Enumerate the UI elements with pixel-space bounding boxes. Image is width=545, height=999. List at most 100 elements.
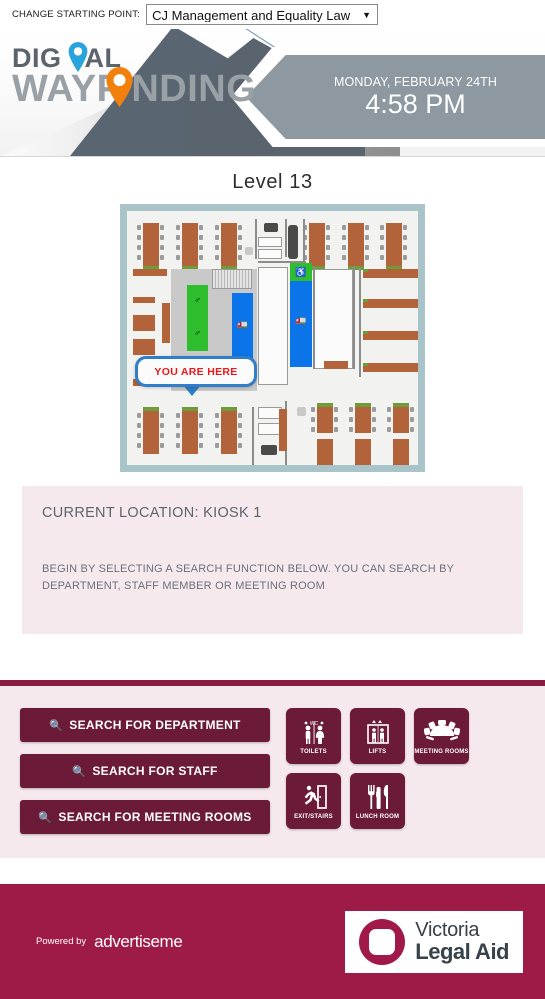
search-for-staff-label: SEARCH FOR STAFF xyxy=(92,764,218,778)
lifts-tile-label: LIFTS xyxy=(368,748,387,755)
desk-bank xyxy=(324,361,348,369)
desk-end xyxy=(317,403,333,407)
map-section: Level 13 ♂ ♂ 🚛 🚛 ♿ YOU ARE HERE xyxy=(0,157,545,472)
chair-group xyxy=(199,225,203,265)
meeting-rooms-tile-label: MEETING ROOMS xyxy=(414,748,469,755)
desk-bank xyxy=(355,403,371,433)
current-location-text: CURRENT LOCATION: KIOSK 1 xyxy=(42,505,262,521)
chair-group xyxy=(380,225,384,265)
toilet-person-icon: ♂ xyxy=(194,295,201,305)
lunch-room-icon xyxy=(364,783,392,811)
action-section: 🔍 SEARCH FOR DEPARTMENT 🔍 SEARCH FOR STA… xyxy=(0,680,545,858)
you-are-here-label: YOU ARE HERE xyxy=(154,365,238,378)
meeting-room xyxy=(258,237,282,247)
lunch-room-tile-label: LUNCH ROOM xyxy=(355,813,400,820)
lift-zone[interactable]: 🚛 xyxy=(232,293,253,359)
toilet-person-icon: ♂ xyxy=(194,328,201,338)
desk-end xyxy=(363,363,368,366)
wall-segment xyxy=(255,219,257,259)
desk-end xyxy=(182,407,198,411)
desk-bank xyxy=(355,439,371,465)
search-for-department-button[interactable]: 🔍 SEARCH FOR DEPARTMENT xyxy=(20,708,270,742)
instruction-text: BEGIN BY SELECTING A SEARCH FUNCTION BEL… xyxy=(42,563,454,592)
meeting-room-icon xyxy=(423,718,460,746)
exit-stairs-icon xyxy=(300,783,328,811)
desk-bank xyxy=(348,223,364,270)
search-icon: 🔍 xyxy=(72,765,87,778)
desk-bank xyxy=(221,407,237,454)
desk-end xyxy=(355,403,371,407)
lift-icon: 🚛 xyxy=(236,319,249,329)
desk-bank xyxy=(363,269,418,278)
desk-end xyxy=(363,269,368,272)
datetime-panel: MONDAY, FEBRUARY 24TH 4:58 PM xyxy=(246,55,545,139)
starting-point-select[interactable]: CJ Management and Equality Law xyxy=(146,4,379,25)
desk-bank xyxy=(143,407,159,454)
toilets-zone[interactable]: ♂ xyxy=(187,285,208,318)
wall-segment xyxy=(285,219,287,257)
floor-plan[interactable]: ♂ ♂ 🚛 🚛 ♿ YOU ARE HERE xyxy=(127,211,418,465)
room xyxy=(258,267,288,385)
meeting-rooms-tile[interactable]: MEETING ROOMS xyxy=(414,708,469,764)
map-pin-blue-icon xyxy=(68,42,88,76)
info-section: CURRENT LOCATION: KIOSK 1 BEGIN BY SELEC… xyxy=(0,472,545,634)
desk-bank xyxy=(133,339,155,355)
chair-group xyxy=(334,407,338,437)
chair-group xyxy=(176,225,180,265)
header-date: MONDAY, FEBRUARY 24TH xyxy=(333,75,498,90)
toilets-tile-label: TOILETS xyxy=(300,748,327,755)
search-for-meeting-rooms-label: SEARCH FOR MEETING ROOMS xyxy=(58,810,252,824)
search-button-group: 🔍 SEARCH FOR DEPARTMENT 🔍 SEARCH FOR STA… xyxy=(20,708,270,834)
vla-circle-icon xyxy=(359,918,406,965)
footer-bar: Powered by advertiseme Victoria Legal Ai… xyxy=(0,884,545,999)
accessible-toilet-zone[interactable]: ♿ xyxy=(290,263,312,281)
chair-group xyxy=(410,407,414,437)
change-starting-point-bar: CHANGE STARTING POINT: CJ Management and… xyxy=(0,0,545,29)
chair-group xyxy=(199,413,203,453)
furniture xyxy=(245,247,253,255)
map-pin-orange-icon xyxy=(106,67,133,111)
lift-zone[interactable]: 🚛 xyxy=(290,281,312,367)
chair-group xyxy=(137,413,141,453)
wheelchair-icon: ♿ xyxy=(295,267,307,277)
desk-bank xyxy=(182,223,198,270)
powered-by-block: Powered by advertiseme xyxy=(36,931,183,952)
desk-bank xyxy=(363,299,418,308)
chair-group xyxy=(176,413,180,453)
advertiseme-logo: advertiseme xyxy=(94,931,183,951)
desk-end xyxy=(363,299,368,302)
chair-group xyxy=(215,413,219,453)
chair-group xyxy=(160,225,164,265)
lifts-tile[interactable]: LIFTS xyxy=(350,708,405,764)
desk-bank xyxy=(133,297,155,303)
lunch-room-tile[interactable]: LUNCH ROOM xyxy=(350,773,405,829)
search-for-meeting-rooms-button[interactable]: 🔍 SEARCH FOR MEETING ROOMS xyxy=(20,800,270,834)
vla-line-1: Victoria xyxy=(415,919,480,941)
you-are-here-callout: YOU ARE HERE xyxy=(135,356,257,387)
exit-stairs-tile[interactable]: EXIT/STAIRS xyxy=(286,773,341,829)
desk-bank xyxy=(363,331,418,340)
toilets-zone[interactable]: ♂ xyxy=(187,318,208,351)
chair-group xyxy=(342,225,346,265)
search-for-staff-button[interactable]: 🔍 SEARCH FOR STAFF xyxy=(20,754,270,788)
chair-group xyxy=(238,225,242,265)
starting-point-select-wrapper[interactable]: CJ Management and Equality Law ▼ xyxy=(146,4,379,25)
desk-end xyxy=(221,407,237,411)
logo-line-2: WAYF NDING xyxy=(12,68,257,110)
chair-group xyxy=(311,407,315,437)
toilets-icon: WC xyxy=(299,718,329,746)
header-banner: DIG TAL WAYF NDING MONDAY, FEBRUARY 24TH… xyxy=(0,29,545,157)
furniture xyxy=(288,225,298,259)
desk-bank xyxy=(386,223,402,270)
desk-bank xyxy=(317,403,333,433)
toilets-tile[interactable]: WC TOILETS xyxy=(286,708,341,764)
wall-segment xyxy=(252,407,254,465)
furniture xyxy=(297,407,306,416)
desk-bank xyxy=(279,409,287,451)
search-icon: 🔍 xyxy=(49,719,64,732)
victoria-legal-aid-logo: Victoria Legal Aid xyxy=(345,910,523,973)
exit-stairs-tile-label: EXIT/STAIRS xyxy=(294,813,333,820)
desk-bank xyxy=(393,403,409,433)
amenity-tile-grid: WC TOILETS xyxy=(286,708,506,834)
room xyxy=(313,269,353,369)
